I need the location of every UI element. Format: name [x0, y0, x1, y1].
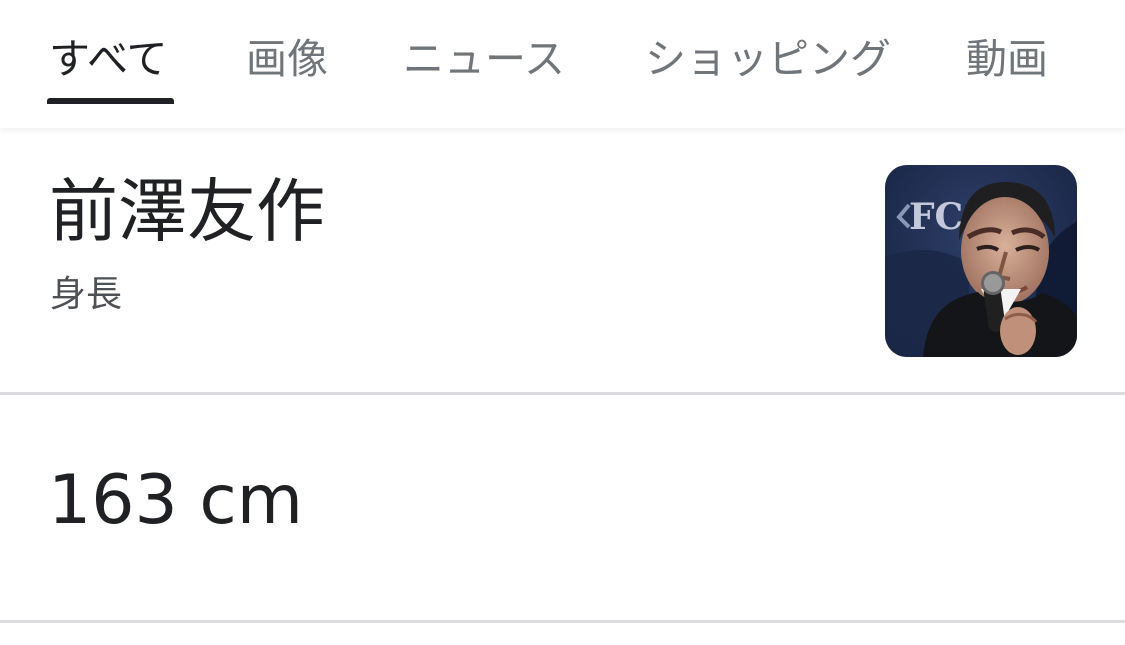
search-results-page: すべて 画像 ニュース ショッピング 動画 前澤友作 身長 FC 163 cm [0, 0, 1125, 645]
section-divider [0, 620, 1125, 623]
backdrop-logo-text: FC [909, 196, 963, 238]
search-tabs: すべて 画像 ニュース ショッピング 動画 [0, 0, 1125, 128]
tab-shopping[interactable]: ショッピング [645, 34, 891, 84]
entity-title: 前澤友作 [49, 172, 325, 252]
entity-thumbnail[interactable]: FC [885, 165, 1077, 357]
height-answer: 163 cm [48, 461, 304, 540]
tab-news[interactable]: ニュース [403, 34, 565, 84]
entity-subtitle: 身長 [50, 274, 123, 315]
tab-all[interactable]: すべて [49, 34, 168, 84]
section-divider [0, 392, 1125, 395]
person-photo-image: FC [885, 165, 1077, 357]
tab-videos[interactable]: 動画 [966, 34, 1048, 84]
tab-images[interactable]: 画像 [246, 34, 328, 84]
active-tab-indicator [47, 98, 174, 104]
